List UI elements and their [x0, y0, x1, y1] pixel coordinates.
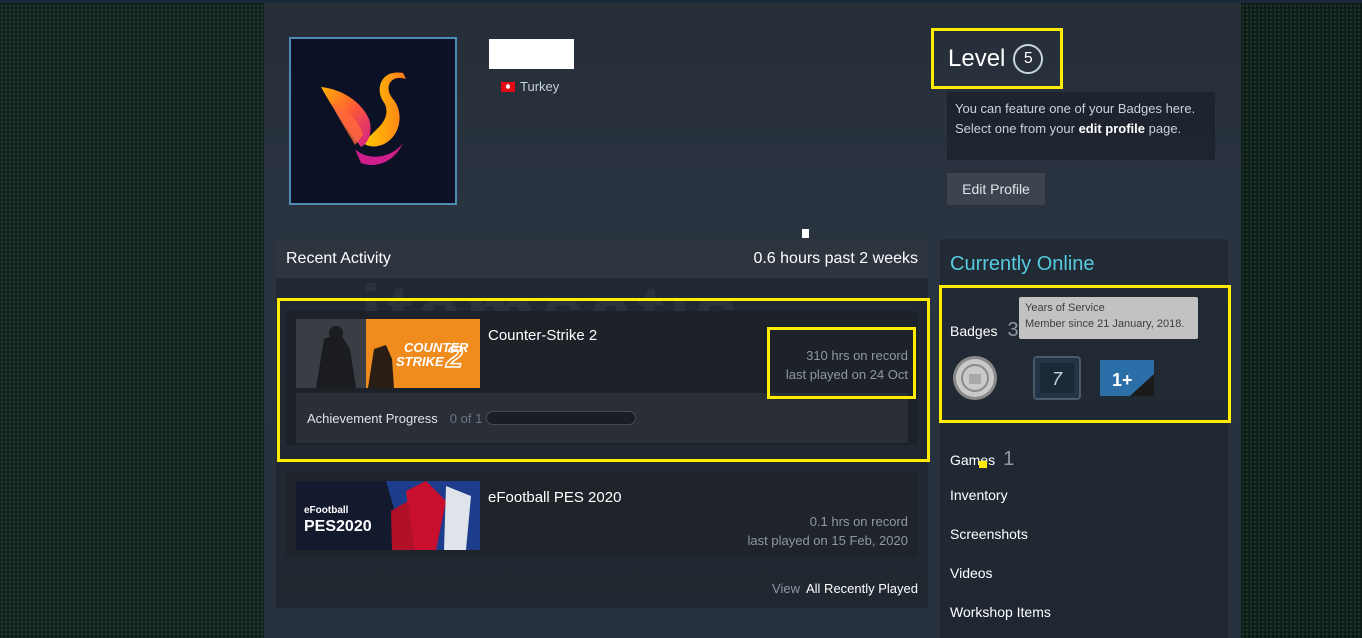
achievement-progress-bar: [486, 411, 637, 425]
view-label: View: [772, 581, 800, 596]
nav-inventory[interactable]: Inventory: [950, 487, 1051, 526]
profile-name-redacted: [489, 39, 574, 69]
game-last-played: last played on 15 Feb, 2020: [747, 533, 908, 548]
nav-games[interactable]: Games 1: [950, 448, 1051, 487]
all-recently-played-link[interactable]: All Recently Played: [806, 581, 918, 596]
badge-note-suffix: page.: [1145, 121, 1182, 136]
nav-count: 1: [1003, 448, 1015, 470]
recent-activity-header: Recent Activity 0.6 hours past 2 weeks: [276, 239, 928, 278]
country-label: Turkey: [520, 79, 560, 94]
tooltip-text: Member since 21 January, 2018.: [1025, 318, 1185, 330]
badges-label: Badges: [950, 323, 998, 339]
nav-label: Inventory: [950, 487, 1008, 503]
profile-location: Turkey: [501, 79, 559, 94]
badge-one-plus-text: 1+: [1112, 370, 1133, 390]
badges-link[interactable]: Badges 3: [950, 319, 1019, 342]
edit-profile-button[interactable]: Edit Profile: [947, 173, 1045, 205]
nav-label: Screenshots: [950, 526, 1028, 542]
game-name[interactable]: eFootball PES 2020: [488, 489, 621, 506]
edit-profile-link[interactable]: edit profile: [1079, 121, 1145, 136]
nav-label: Workshop Items: [950, 604, 1051, 620]
featured-badge-note: You can feature one of your Badges here.…: [947, 92, 1215, 160]
avatar[interactable]: [289, 37, 457, 205]
cs2-logo-line2: STRIKE: [396, 354, 444, 369]
achievement-label: Achievement Progress: [307, 410, 438, 426]
nav-screenshots[interactable]: Screenshots: [950, 526, 1051, 565]
nav-workshop-items[interactable]: Workshop Items: [950, 604, 1051, 638]
game-card-counter-strike-2: COUNTER STRIKE 2 Counter-Strike 2 310 hr…: [286, 311, 918, 445]
nav-videos[interactable]: Videos: [950, 565, 1051, 604]
pes-logo-line1: eFootball: [304, 505, 349, 516]
game-card-efootball-pes-2020: eFootball PES2020 eFootball PES 2020 0.1…: [286, 473, 918, 557]
game-capsule-efootball-pes-2020[interactable]: eFootball PES2020: [296, 481, 480, 550]
one-plus-badge-icon: 1+: [1100, 360, 1154, 396]
badge-icons-row: 7 1+: [953, 356, 1154, 400]
game-name[interactable]: Counter-Strike 2: [488, 327, 597, 344]
seven-badge-icon: 7: [1033, 356, 1081, 400]
nav-label: Videos: [950, 565, 993, 581]
game-last-played: last played on 24 Oct: [785, 367, 908, 382]
achievement-count: 0 of 1: [449, 410, 483, 426]
game-hours: 0.1 hrs on record: [809, 514, 908, 529]
level-number-badge: 5: [1013, 43, 1044, 74]
page-background-right: [1241, 0, 1362, 638]
recent-activity-hours: 0.6 hours past 2 weeks: [753, 249, 918, 267]
badge-tooltip: Years of Service Member since 21 January…: [1019, 297, 1198, 339]
turkey-flag-icon: [501, 81, 515, 92]
badge-seven-text: 7: [1052, 369, 1063, 389]
nav-label: Games: [950, 452, 996, 468]
recent-activity-panel: Recent Activity 0.6 hours past 2 weeks C…: [276, 239, 928, 608]
online-status: Currently Online: [950, 253, 1095, 275]
years-of-service-icon: [953, 356, 997, 400]
game-capsule-counter-strike-2[interactable]: COUNTER STRIKE 2: [296, 319, 480, 388]
recent-activity-title: Recent Activity: [286, 249, 391, 267]
profile-level[interactable]: Level 5: [931, 28, 1063, 89]
marker-dot: [802, 229, 809, 238]
level-label: Level: [948, 44, 1006, 72]
cs2-logo-number: 2: [445, 341, 463, 374]
pes-logo-line2: PES2020: [304, 518, 372, 535]
marker-dot-yellow: [979, 461, 987, 468]
tooltip-title: Years of Service: [1025, 302, 1105, 314]
swan-logo-icon: [321, 72, 406, 165]
view-all-recently-played[interactable]: View All Recently Played: [772, 581, 918, 596]
game-stats: 310 hrs on record last played on 24 Oct: [786, 346, 908, 384]
page-background-left: [0, 0, 264, 638]
game-stats: 0.1 hrs on record last played on 15 Feb,…: [748, 512, 908, 550]
achievement-progress-row[interactable]: Achievement Progress 0 of 1: [296, 393, 908, 443]
profile-nav: Games 1 Inventory Screenshots Videos Wor…: [950, 448, 1051, 638]
game-hours: 310 hrs on record: [806, 348, 908, 363]
badges-count: 3: [1007, 319, 1019, 341]
